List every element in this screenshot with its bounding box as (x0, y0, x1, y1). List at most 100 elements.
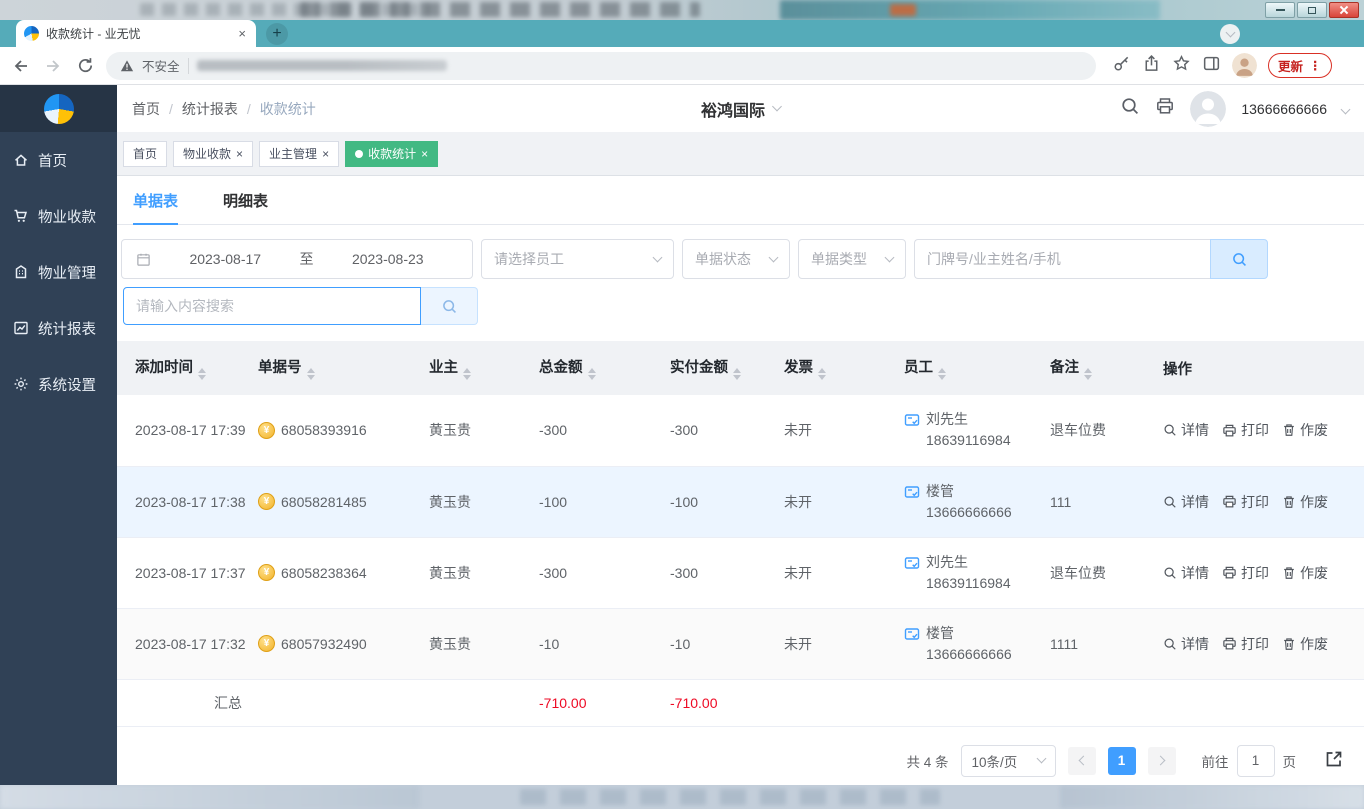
share-icon[interactable] (1142, 54, 1161, 78)
action-detail[interactable]: 详情 (1163, 492, 1209, 512)
cell-remark: 退车位费 (1040, 395, 1153, 466)
user-avatar[interactable] (1190, 91, 1226, 127)
sidebar-item-reports[interactable]: 统计报表 (0, 300, 117, 356)
table-row[interactable]: 2023-08-17 17:32 ¥68057932490 黄玉贵 -10 -1… (117, 608, 1364, 679)
col-invoice[interactable]: 发票 (774, 341, 894, 395)
sort-icon[interactable] (938, 368, 946, 380)
sort-icon[interactable] (588, 368, 596, 380)
sort-icon[interactable] (307, 368, 315, 380)
action-void[interactable]: 作废 (1282, 563, 1328, 583)
tag-close-icon[interactable]: × (236, 148, 243, 160)
sidebar-item-property[interactable]: 物业管理 (0, 244, 117, 300)
forward-button[interactable] (42, 55, 64, 77)
breadcrumb-item[interactable]: 统计报表 (182, 99, 238, 119)
chevron-down-icon[interactable] (1341, 105, 1351, 115)
sidebar-item-payments[interactable]: 物业收款 (0, 188, 117, 244)
tab-receipt-table[interactable]: 单据表 (133, 190, 178, 225)
tag-payment-statistics[interactable]: 收款统计 × (345, 141, 438, 167)
user-phone[interactable]: 13666666666 (1241, 101, 1327, 117)
tag-owner-management[interactable]: 业主管理 × (259, 141, 339, 167)
menu-icon[interactable]: ⋮ (1309, 58, 1322, 73)
tab-close-icon[interactable]: × (236, 25, 248, 42)
breadcrumb: 首页 / 统计报表 / 收款统计 (132, 99, 316, 119)
status-select[interactable]: 单据状态 (682, 239, 790, 279)
col-time[interactable]: 添加时间 (117, 341, 248, 395)
table-row[interactable]: 2023-08-17 17:39 ¥68058393916 黄玉贵 -300 -… (117, 395, 1364, 466)
keyword-search-button[interactable] (1210, 239, 1268, 279)
side-panel-icon[interactable] (1202, 54, 1221, 78)
date-range-picker[interactable]: 2023-08-17 至 2023-08-23 (121, 239, 473, 279)
browser-tab[interactable]: 收款统计 - 业无忧 × (16, 20, 256, 47)
project-selector[interactable]: 裕鸿国际 (701, 97, 780, 121)
project-name: 裕鸿国际 (701, 97, 765, 121)
goto-page-input[interactable] (1237, 745, 1275, 777)
sidebar-item-label: 物业收款 (38, 206, 96, 227)
action-print[interactable]: 打印 (1222, 563, 1269, 583)
minimize-button[interactable] (1265, 2, 1295, 18)
tag-close-icon[interactable]: × (421, 148, 428, 160)
date-end[interactable]: 2023-08-23 (318, 251, 459, 267)
cell-total: -300 (529, 395, 660, 466)
page-size-select[interactable]: 10条/页 (961, 745, 1056, 777)
action-detail[interactable]: 详情 (1163, 420, 1209, 440)
action-detail[interactable]: 详情 (1163, 634, 1209, 654)
sort-icon[interactable] (1084, 368, 1092, 380)
address-bar[interactable]: 不安全 (106, 52, 1096, 80)
action-void[interactable]: 作废 (1282, 634, 1328, 654)
app-logo-container[interactable] (0, 85, 117, 132)
sort-icon[interactable] (818, 368, 826, 380)
prev-page-button[interactable] (1068, 747, 1096, 775)
table-row[interactable]: 2023-08-17 17:37 ¥68058238364 黄玉贵 -300 -… (117, 537, 1364, 608)
close-button[interactable] (1329, 2, 1359, 18)
total-count: 共 4 条 (906, 751, 948, 771)
new-tab-button[interactable]: + (266, 23, 288, 45)
action-void[interactable]: 作废 (1282, 492, 1328, 512)
col-owner[interactable]: 业主 (419, 341, 529, 395)
content-search-input[interactable] (123, 287, 421, 325)
col-employee[interactable]: 员工 (894, 341, 1040, 395)
chevron-right-icon (1155, 756, 1165, 766)
update-button[interactable]: 更新 ⋮ (1268, 53, 1332, 78)
action-void[interactable]: 作废 (1282, 420, 1328, 440)
sidebar-item-label: 系统设置 (38, 374, 96, 395)
sidebar-item-home[interactable]: 首页 (0, 132, 117, 188)
next-page-button[interactable] (1148, 747, 1176, 775)
content-search-button[interactable] (421, 287, 478, 325)
col-bill-no[interactable]: 单据号 (248, 341, 419, 395)
sidebar-item-settings[interactable]: 系统设置 (0, 356, 117, 412)
type-select[interactable]: 单据类型 (798, 239, 906, 279)
header-print-icon[interactable] (1155, 96, 1175, 121)
reload-button[interactable] (74, 55, 96, 77)
key-icon[interactable] (1112, 54, 1131, 78)
bookmark-star-icon[interactable] (1172, 54, 1191, 78)
tab-search-button[interactable] (1220, 24, 1240, 44)
maximize-button[interactable] (1297, 2, 1327, 18)
tag-close-icon[interactable]: × (322, 148, 329, 160)
action-print[interactable]: 打印 (1222, 492, 1269, 512)
search-icon (1231, 251, 1248, 268)
action-print[interactable]: 打印 (1222, 634, 1269, 654)
table-row[interactable]: 2023-08-17 17:38 ¥68058281485 黄玉贵 -100 -… (117, 466, 1364, 537)
col-paid[interactable]: 实付金额 (660, 341, 774, 395)
col-total[interactable]: 总金额 (529, 341, 660, 395)
header-search-icon[interactable] (1120, 96, 1140, 121)
col-remark[interactable]: 备注 (1040, 341, 1153, 395)
tag-property-payments[interactable]: 物业收款 × (173, 141, 253, 167)
action-print[interactable]: 打印 (1222, 420, 1269, 440)
sort-icon[interactable] (733, 368, 741, 380)
keyword-input[interactable] (914, 239, 1210, 279)
action-detail[interactable]: 详情 (1163, 563, 1209, 583)
security-label[interactable]: 不安全 (142, 56, 180, 75)
page-button-1[interactable]: 1 (1108, 747, 1136, 775)
breadcrumb-item[interactable]: 首页 (132, 99, 160, 119)
tab-detail-table[interactable]: 明细表 (223, 190, 268, 224)
tag-home[interactable]: 首页 (123, 141, 167, 167)
employee-select[interactable]: 请选择员工 (481, 239, 674, 279)
sort-icon[interactable] (463, 368, 471, 380)
export-icon[interactable] (1324, 749, 1344, 772)
back-button[interactable] (10, 55, 32, 77)
cell-paid: -300 (660, 537, 774, 608)
date-start[interactable]: 2023-08-17 (155, 251, 296, 267)
sort-icon[interactable] (198, 368, 206, 380)
browser-profile-avatar[interactable] (1232, 53, 1257, 78)
